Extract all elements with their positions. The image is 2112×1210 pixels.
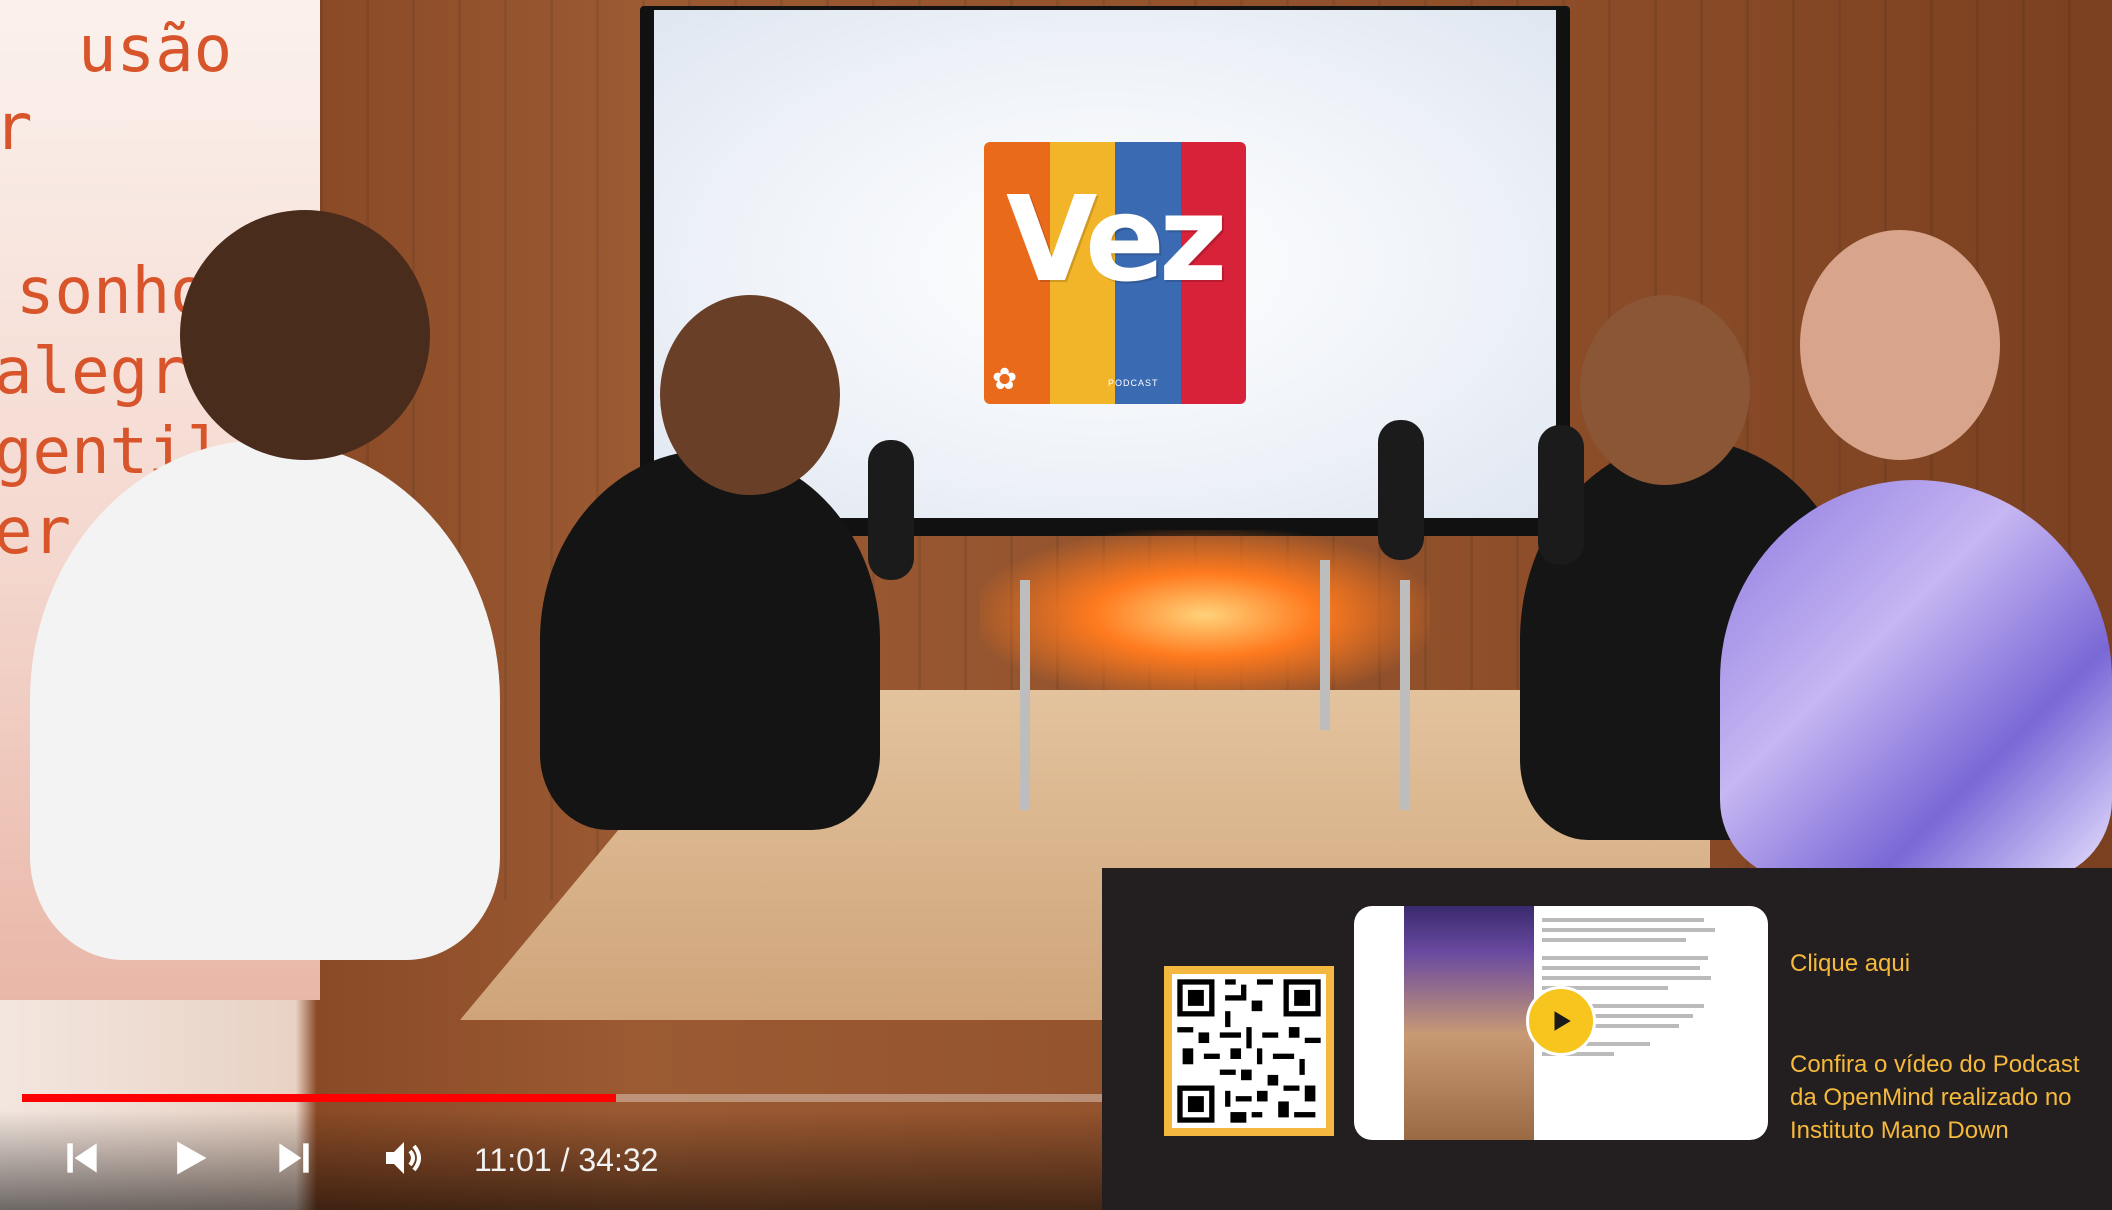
microphone [1378, 420, 1424, 560]
wall-text-line: er [0, 495, 72, 569]
logo-text: Vez [1006, 170, 1228, 308]
promo-panel: Clique aqui Confira o vídeo do Podcast d… [1102, 868, 2112, 1210]
microphone [868, 440, 914, 580]
flower-icon: ✿ [992, 363, 1018, 396]
person-3-head [1580, 295, 1750, 485]
wall-text-line: r [0, 91, 33, 165]
led-light [980, 530, 1430, 700]
player-controls: 11:01 / 34:32 [0, 1110, 1102, 1210]
logo-subtext: PODCAST [1108, 378, 1159, 388]
person-1-head [180, 210, 430, 460]
mic-stand [1320, 560, 1330, 730]
person-1 [30, 440, 500, 960]
play-icon[interactable] [164, 1132, 216, 1184]
person-4-head [1800, 230, 2000, 460]
qr-code[interactable] [1164, 966, 1334, 1136]
time-total: 34:32 [578, 1142, 659, 1178]
mic-stand [1020, 580, 1030, 810]
wall-text-line: usão [78, 13, 233, 87]
person-2 [540, 450, 880, 830]
progress-bar[interactable] [22, 1094, 1102, 1102]
play-icon[interactable] [1526, 986, 1596, 1056]
skip-next-icon[interactable] [268, 1132, 320, 1184]
skip-previous-icon[interactable] [56, 1132, 108, 1184]
time-separator: / [560, 1142, 570, 1178]
time-display: 11:01 / 34:32 [474, 1142, 658, 1179]
person-4 [1720, 480, 2112, 880]
mic-stand [1400, 580, 1410, 810]
microphone [1538, 425, 1584, 565]
promo-description: Confira o vídeo do Podcast da OpenMind r… [1790, 1051, 2080, 1144]
podcast-logo: Vez PODCAST ✿ [984, 142, 1246, 404]
video-thumbnail[interactable] [1354, 906, 1768, 1140]
click-here-link[interactable]: Clique aqui [1790, 950, 1910, 978]
qr-code-pattern [1172, 974, 1326, 1128]
volume-icon[interactable] [376, 1132, 432, 1184]
person-2-head [660, 295, 840, 495]
time-current: 11:01 [474, 1142, 552, 1178]
thumbnail-image [1404, 906, 1534, 1140]
progress-bar-fill [22, 1094, 616, 1102]
